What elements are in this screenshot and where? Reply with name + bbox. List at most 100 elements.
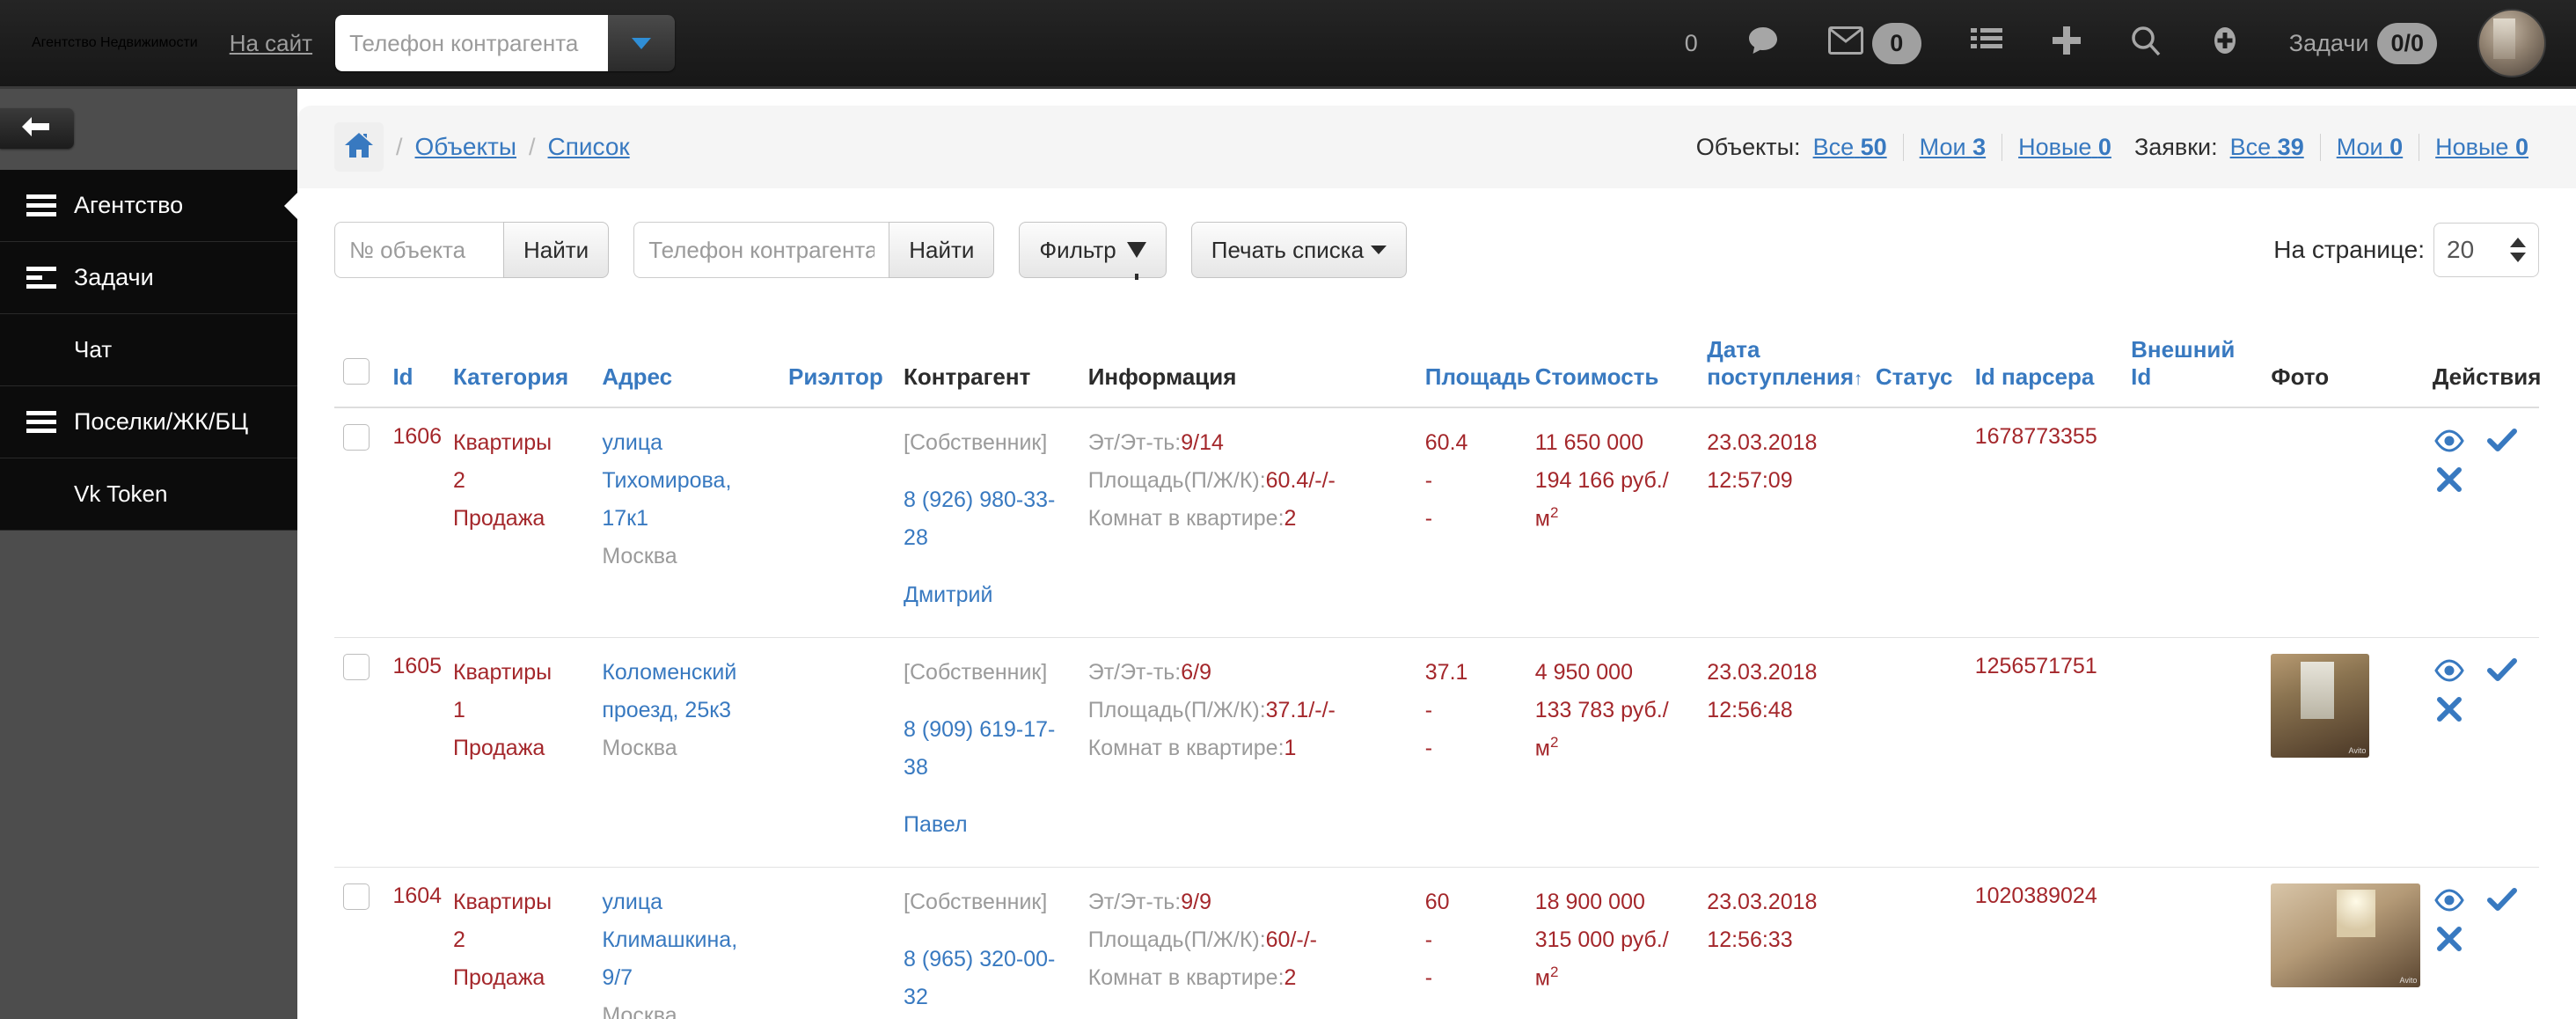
tasks-button[interactable]: Задачи 0/0 [2265,0,2462,86]
eye-icon[interactable] [2433,883,2466,917]
counterparty-name[interactable]: Павел [904,806,1071,844]
header-phone-search-input[interactable] [335,15,609,71]
cell-id[interactable]: 1605 [384,637,444,868]
counterparty-name[interactable]: Дмитрий [904,576,1071,614]
header-search-dropdown-button[interactable] [608,15,676,71]
stat-requests-mine[interactable]: Мои 0 [2319,133,2419,161]
object-id-link[interactable]: 1605 [392,654,442,678]
row-checkbox[interactable] [343,654,370,680]
th-external-id[interactable]: Внешний Id [2122,324,2263,408]
breadcrumb-item-list[interactable]: Список [548,133,630,161]
info-label: Площадь(П/Ж/К): [1087,698,1266,722]
check-icon[interactable] [2485,424,2519,458]
info-value: 1 [1284,736,1297,760]
eye-icon[interactable] [2433,654,2466,687]
stat-objects-mine[interactable]: Мои 3 [1902,133,2002,161]
th-actions: Действия [2423,324,2541,408]
cell-address[interactable]: улица Климашкина, 9/7 Москва [593,867,780,1019]
th-category[interactable]: Категория [443,324,594,408]
avatar[interactable] [2477,9,2546,77]
address-line[interactable]: Климашкина, 9/7 [602,921,771,997]
chevron-down-icon [1371,246,1387,254]
close-icon[interactable] [2433,922,2466,956]
breadcrumb-bar: / Объекты / Список Объекты: Все 50 Мои 3… [297,106,2576,188]
object-number-input[interactable] [334,222,503,278]
row-checkbox[interactable] [343,424,370,451]
th-parser-id[interactable]: Id парсера [1965,324,2123,408]
top-header-bar: Агентство Недвижимости На сайт 0 0 [0,0,2576,89]
row-checkbox[interactable] [343,883,370,910]
objects-table-wrapper: Id Категория Адрес Риэлтор Контрагент Ин… [297,289,2576,1019]
print-list-button[interactable]: Печать списка [1190,222,1408,278]
table-row[interactable]: 1604 Квартиры 2 Продажа улица Климашкина, 9/7… [334,867,2539,1019]
check-icon[interactable] [2485,883,2519,917]
row-checkbox-cell[interactable] [334,637,384,868]
per-page-stepper[interactable]: 20 [2433,223,2539,277]
price-per-sqm: 194 166 руб./м2 [1534,468,1669,531]
cell-id[interactable]: 1604 [384,867,444,1019]
find-object-button[interactable]: Найти [503,222,610,278]
list-button[interactable] [1946,0,2027,86]
find-phone-button[interactable]: Найти [889,222,995,278]
mail-button[interactable]: 0 [1804,0,1946,86]
th-select-all[interactable] [334,324,384,408]
cell-address[interactable]: Коломенский проезд, 25к3 Москва [593,637,780,868]
stepper-arrows-icon[interactable] [2510,238,2526,262]
address-line[interactable]: 17к1 [602,500,771,538]
cell-counterparty[interactable]: [Собственник] 8 (909) 619-17-38 Павел [895,637,1079,868]
eye-icon[interactable] [2433,424,2466,458]
address-line[interactable]: Коломенский [602,654,771,692]
add-circle-button[interactable] [2185,0,2265,86]
row-checkbox-cell[interactable] [334,867,384,1019]
sidebar-item-settlements[interactable]: Поселки/ЖК/БЦ [0,386,297,458]
sidebar-item-chat[interactable]: Чат [0,314,297,386]
sidebar-item-vk-token[interactable]: Vk Token [0,458,297,531]
phone-search-input[interactable] [633,222,889,278]
address-line[interactable]: улица [602,424,771,462]
object-id-link[interactable]: 1606 [392,424,442,449]
sidebar-item-agency[interactable]: Агентство [0,170,297,242]
th-status[interactable]: Статус [1866,324,1966,408]
stat-objects-new[interactable]: Новые 0 [2002,133,2127,161]
counterparty-phone[interactable]: 8 (909) 619-17-38 [904,711,1071,787]
counterparty-phone[interactable]: 8 (965) 320-00-32 [904,941,1071,1016]
sidebar-collapse-button[interactable] [0,108,74,149]
counterparty-role: [Собственник] [904,430,1048,455]
check-icon[interactable] [2485,654,2519,687]
stat-requests-new[interactable]: Новые 0 [2419,133,2544,161]
site-link[interactable]: На сайт [230,30,312,57]
cell-counterparty[interactable]: [Собственник]8 (965) 320-00-32Анатолий [895,867,1079,1019]
counterparty-phone[interactable]: 8 (926) 980-33-28 [904,481,1071,557]
address-line[interactable]: проезд, 25к3 [602,692,771,729]
address-line[interactable]: Тихомирова, [602,462,771,500]
table-row[interactable]: 1606 Квартиры 2 Продажа улица Тихомирова, 17к1… [334,407,2539,638]
close-icon[interactable] [2433,693,2466,726]
chat-button[interactable] [1723,0,1804,86]
th-id[interactable]: Id [384,324,444,408]
stat-objects-all[interactable]: Все 50 [1803,134,1903,161]
th-area[interactable]: Площадь [1416,324,1531,408]
breadcrumb-item-objects[interactable]: Объекты [415,133,516,161]
th-realtor[interactable]: Риэлтор [779,324,896,408]
th-address[interactable]: Адрес [593,324,780,408]
close-icon[interactable] [2433,463,2466,496]
th-price[interactable]: Стоимость [1526,324,1699,408]
stat-requests-all[interactable]: Все 39 [2220,134,2320,161]
photo-thumbnail[interactable]: Avito [2271,654,2370,758]
cell-id[interactable]: 1606 [384,407,444,638]
sidebar-item-tasks[interactable]: Задачи [0,242,297,314]
row-checkbox-cell[interactable] [334,407,384,638]
breadcrumb-home-button[interactable] [334,122,384,172]
search-button[interactable] [2106,0,2185,86]
table-row[interactable]: 1605 Квартиры 1 Продажа Коломенский проезд, 2… [334,637,2539,868]
add-button[interactable] [2027,0,2106,86]
object-id-link[interactable]: 1604 [392,883,442,908]
filter-button[interactable]: Фильтр [1019,222,1167,280]
cell-counterparty[interactable]: [Собственник] 8 (926) 980-33-28 Дмитрий [895,407,1079,638]
select-all-checkbox[interactable] [343,358,370,385]
th-date[interactable]: Дата поступления↑ [1698,324,1867,408]
photo-thumbnail[interactable]: Avito [2271,883,2421,987]
cell-address[interactable]: улица Тихомирова, 17к1 Москва [593,407,780,638]
area-line: - [1424,506,1433,531]
address-line[interactable]: улица [602,883,771,921]
